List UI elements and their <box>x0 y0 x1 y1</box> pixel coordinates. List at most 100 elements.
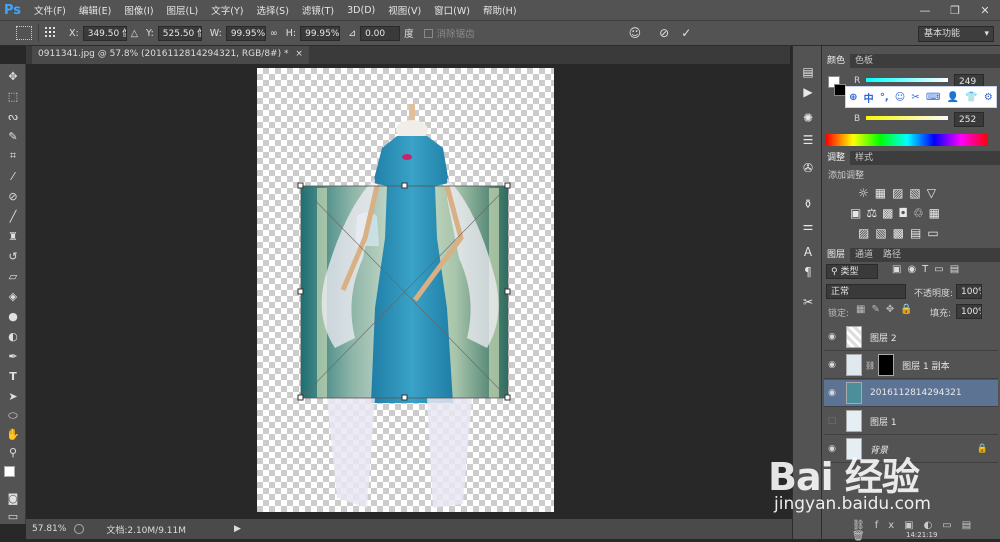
fill-field[interactable]: 100% <box>956 304 982 319</box>
adjustment-icons-row-2[interactable]: ▣⚖▩◘♲▦ <box>850 206 945 220</box>
menu-image[interactable]: 图像(I) <box>124 3 153 17</box>
antialias-checkbox[interactable] <box>423 28 433 38</box>
reference-point-icon[interactable] <box>45 27 57 39</box>
tab-styles[interactable]: 样式 <box>850 151 878 165</box>
paint-bucket-tool-icon[interactable]: ◈ <box>4 288 22 304</box>
warp-icon[interactable]: ☺ <box>629 26 642 40</box>
hand-tool-icon[interactable]: ✋ <box>4 426 22 442</box>
b-value-field[interactable]: 252 <box>954 112 984 127</box>
document-canvas[interactable] <box>257 68 554 512</box>
blend-mode-select[interactable]: 正常 <box>826 284 906 299</box>
ime-punctuation-icon[interactable]: °, <box>880 92 889 103</box>
menu-file[interactable]: 文件(F) <box>34 3 66 17</box>
angle-field[interactable]: 0.00 <box>360 25 401 41</box>
transform-handle[interactable] <box>504 394 511 401</box>
quick-mask-icon[interactable]: ◙ <box>4 490 22 506</box>
dodge-tool-icon[interactable]: ◐ <box>4 328 22 344</box>
transform-handle[interactable] <box>297 288 304 295</box>
layer-row-selected[interactable]: ◉ 2016112814294321 <box>824 380 998 407</box>
menu-layer[interactable]: 图层(L) <box>167 3 199 17</box>
transform-handle[interactable] <box>297 394 304 401</box>
menu-filter[interactable]: 滤镜(T) <box>302 3 334 17</box>
color-spectrum[interactable] <box>826 134 988 146</box>
transform-handle[interactable] <box>504 182 511 189</box>
layer-filter-icons[interactable]: ▣◉T▭▤ <box>892 264 965 275</box>
foreground-color-swatch[interactable] <box>4 466 15 477</box>
opacity-field[interactable]: 100% <box>956 284 982 299</box>
lock-icons[interactable]: ▦✎✥🔒 <box>856 304 919 315</box>
pen-tool-icon[interactable]: ✒ <box>4 348 22 364</box>
transform-handle[interactable] <box>504 288 511 295</box>
screen-mode-icon[interactable]: ▭ <box>4 508 22 524</box>
transform-handle[interactable] <box>401 182 408 189</box>
r-slider[interactable] <box>866 78 948 82</box>
history-brush-tool-icon[interactable]: ↺ <box>4 248 22 264</box>
zoom-level[interactable]: 57.81% <box>32 524 66 534</box>
menu-type[interactable]: 文字(Y) <box>211 3 243 17</box>
cancel-transform-icon[interactable]: ⊘ <box>659 26 669 40</box>
tab-close-icon[interactable]: × <box>295 49 303 59</box>
ellipse-tool-icon[interactable]: ⬭ <box>4 408 22 424</box>
visibility-eye-icon[interactable]: ◉ <box>824 360 840 370</box>
zoom-tool-icon[interactable]: ⚲ <box>4 444 22 460</box>
tab-paths[interactable]: 路径 <box>878 248 906 262</box>
healing-brush-tool-icon[interactable]: ⊘ <box>4 188 22 204</box>
tab-swatches[interactable]: 色板 <box>850 54 878 68</box>
menu-edit[interactable]: 编辑(E) <box>79 3 111 17</box>
ime-emoji-icon[interactable]: ☺ <box>895 92 905 103</box>
marquee-tool-icon[interactable]: ⬚ <box>4 88 22 104</box>
mask-link-icon[interactable]: ⛓ <box>865 361 875 370</box>
visibility-eye-icon[interactable]: ◉ <box>824 332 840 342</box>
actions-panel-icon[interactable]: ▶ <box>799 84 817 100</box>
tab-adjustments[interactable]: 调整 <box>822 151 851 165</box>
x-field[interactable]: 349.50 像素 <box>82 25 127 41</box>
history-panel-icon[interactable]: ▤ <box>799 64 817 80</box>
visibility-eye-icon[interactable]: ◉ <box>824 388 840 398</box>
tab-color[interactable]: 颜色 <box>822 54 851 68</box>
ime-scissors-icon[interactable]: ✂ <box>911 92 919 103</box>
quick-select-tool-icon[interactable]: ✎ <box>4 128 22 144</box>
commit-transform-icon[interactable]: ✓ <box>681 26 691 40</box>
type-tool-icon[interactable]: T <box>4 368 22 384</box>
ime-settings-icon[interactable]: ⚙ <box>984 92 993 103</box>
blur-tool-icon[interactable]: ● <box>4 308 22 324</box>
menu-view[interactable]: 视图(V) <box>388 3 421 17</box>
adjustment-icons-row-1[interactable]: ☼▦▨▧▽ <box>858 186 942 200</box>
lasso-tool-icon[interactable]: ᔓ <box>4 108 22 124</box>
layer-filter-select[interactable]: ⚲ 类型 <box>826 264 878 279</box>
restore-button[interactable]: ❐ <box>940 0 970 20</box>
eraser-tool-icon[interactable]: ▱ <box>4 268 22 284</box>
transform-handle[interactable] <box>401 394 408 401</box>
tab-layers[interactable]: 图层 <box>822 248 851 262</box>
width-field[interactable]: 99.95% <box>225 25 266 41</box>
ime-logo-icon[interactable]: ⊕ <box>849 92 857 103</box>
clone-stamp-tool-icon[interactable]: ♜ <box>4 228 22 244</box>
layer-row[interactable]: □ 图层 1 <box>824 408 998 435</box>
height-field[interactable]: 99.95% <box>300 25 341 41</box>
status-menu-arrow-icon[interactable]: ▶ <box>234 524 241 534</box>
path-select-tool-icon[interactable]: ➤ <box>4 388 22 404</box>
close-button[interactable]: ✕ <box>970 0 1000 20</box>
ime-chinese-mode-icon[interactable]: 中 <box>864 90 874 105</box>
visibility-off-icon[interactable]: □ <box>824 416 840 426</box>
move-tool-icon[interactable]: ✥ <box>4 68 22 84</box>
canvas-area[interactable] <box>26 64 792 519</box>
tool-preset-icon[interactable] <box>16 26 32 40</box>
menu-3d[interactable]: 3D(D) <box>347 5 375 16</box>
tool-options-icon[interactable]: ✂ <box>799 294 817 310</box>
layer-mask-thumbnail[interactable] <box>878 354 895 376</box>
b-slider[interactable] <box>866 116 948 120</box>
brush-settings-icon[interactable]: ✺ <box>799 110 817 126</box>
tab-channels[interactable]: 通道 <box>850 248 878 262</box>
layer-row[interactable]: ◉ ⛓ 图层 1 副本 <box>824 352 998 379</box>
crop-tool-icon[interactable]: ⌗ <box>4 148 22 164</box>
character-panel-icon[interactable]: A <box>799 244 817 260</box>
layer-row[interactable]: ◉ 图层 2 <box>824 324 998 351</box>
document-tab[interactable]: 0911341.jpg @ 57.8% (2016112814294321, R… <box>32 46 309 64</box>
ime-shirt-icon[interactable]: 👕 <box>965 92 977 103</box>
transform-handle[interactable] <box>297 182 304 189</box>
properties-icon[interactable]: ⚌ <box>799 218 817 234</box>
relative-position-icon[interactable]: △ <box>131 28 138 39</box>
paragraph-panel-icon[interactable]: ¶ <box>799 264 817 280</box>
clone-source-icon[interactable]: ✇ <box>799 160 817 176</box>
